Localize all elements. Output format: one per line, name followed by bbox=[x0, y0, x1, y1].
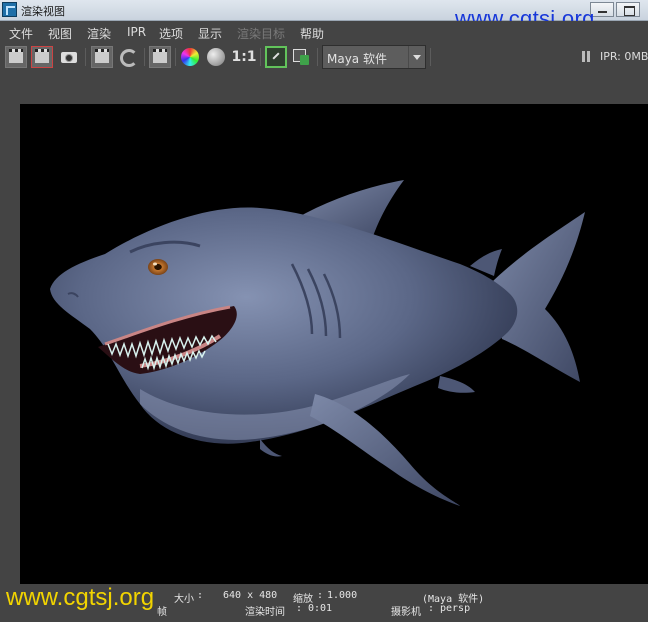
camera-separator: : bbox=[428, 603, 435, 614]
menu-help[interactable]: 帮助 bbox=[300, 25, 324, 42]
menu-options[interactable]: 选项 bbox=[159, 25, 183, 42]
menu-bar: 文件 视图 渲染 IPR 选项 显示 渲染目标 帮助 bbox=[0, 21, 648, 42]
frame-label: 帧 bbox=[157, 607, 167, 618]
render-time-separator: : bbox=[296, 603, 303, 614]
toolbar-separator bbox=[260, 48, 261, 66]
ipr-memory-status: IPR: 0MB bbox=[600, 50, 648, 63]
toolbar-separator bbox=[144, 48, 145, 66]
chevron-down-icon bbox=[408, 46, 425, 68]
watermark-bottom: www.cgtsj.org bbox=[6, 584, 155, 611]
shark-eye bbox=[148, 259, 168, 275]
renderer-dropdown[interactable]: Maya 软件 bbox=[322, 45, 426, 69]
zoom-value: 1.000 bbox=[327, 590, 358, 601]
ipr-render-icon[interactable] bbox=[91, 46, 113, 68]
redo-render-icon[interactable] bbox=[31, 46, 53, 68]
rgb-channel-icon[interactable] bbox=[179, 46, 201, 68]
camera-label: 摄影机 bbox=[391, 607, 421, 618]
renderer-selected-value: Maya 软件 bbox=[327, 52, 387, 66]
menu-render[interactable]: 渲染 bbox=[87, 25, 111, 42]
shark-body bbox=[50, 207, 518, 444]
size-label: 大小 bbox=[174, 594, 194, 605]
one-to-one-button[interactable]: 1:1 bbox=[231, 46, 257, 68]
maximize-button[interactable] bbox=[616, 2, 640, 17]
camera-value: persp bbox=[440, 603, 471, 614]
snapshot-camera-icon[interactable] bbox=[58, 46, 80, 68]
refresh-icon[interactable] bbox=[117, 46, 139, 68]
frame-image-icon[interactable] bbox=[265, 46, 287, 68]
ventral-fin bbox=[260, 439, 282, 457]
menu-render-target[interactable]: 渲染目标 bbox=[237, 25, 285, 42]
toolbar-separator bbox=[430, 48, 431, 66]
toolbar-separator bbox=[175, 48, 176, 66]
render-viewport[interactable] bbox=[20, 104, 648, 584]
alpha-channel-icon[interactable] bbox=[205, 46, 227, 68]
render-time-value: 0:01 bbox=[308, 603, 333, 614]
size-separator: : bbox=[197, 590, 204, 601]
window-title: 渲染视图 bbox=[21, 5, 65, 18]
pectoral-fin bbox=[310, 394, 460, 506]
pelvic-fin bbox=[438, 376, 475, 393]
remove-snapshot-icon[interactable] bbox=[290, 46, 312, 68]
size-value: 640 x 480 bbox=[223, 590, 278, 601]
menu-view[interactable]: 视图 bbox=[48, 25, 72, 42]
menu-ipr[interactable]: IPR bbox=[127, 25, 146, 39]
menu-display[interactable]: 显示 bbox=[198, 25, 222, 42]
toolbar-separator bbox=[85, 48, 86, 66]
zoom-separator: : bbox=[317, 590, 324, 601]
rendered-shark-image bbox=[50, 180, 585, 506]
maya-app-icon bbox=[2, 2, 17, 17]
render-clapper-icon[interactable] bbox=[5, 46, 27, 68]
pause-icon[interactable] bbox=[582, 51, 592, 62]
render-time-label: 渲染时间 bbox=[245, 607, 285, 618]
menu-file[interactable]: 文件 bbox=[9, 25, 33, 42]
render-region-icon[interactable] bbox=[149, 46, 171, 68]
toolbar-separator bbox=[317, 48, 318, 66]
